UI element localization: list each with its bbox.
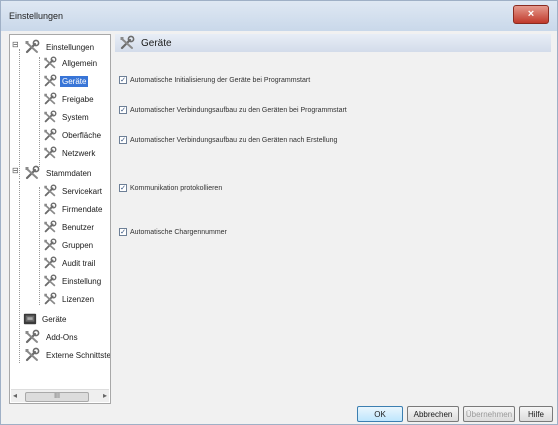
option-label: Automatische Initialisierung der Geräte … bbox=[130, 76, 311, 84]
tree-item-stammdaten[interactable]: Stammdaten bbox=[22, 165, 93, 181]
tree-item-audit-trail[interactable]: Audit trail bbox=[42, 255, 97, 271]
tools-icon bbox=[42, 56, 58, 70]
scroll-left-icon[interactable]: ◂ bbox=[13, 391, 17, 400]
help-button[interactable]: Hilfe bbox=[519, 406, 553, 422]
tree-item-firmendaten[interactable]: Firmendate bbox=[42, 201, 104, 217]
tree-item-label: Gruppen bbox=[62, 240, 94, 250]
option-label: Kommunikation protokollieren bbox=[130, 184, 223, 192]
tree-item-system[interactable]: System bbox=[42, 109, 91, 125]
tree-item-label: System bbox=[62, 112, 89, 122]
panel-title: Geräte bbox=[141, 37, 172, 49]
checkbox[interactable]: ✓ bbox=[119, 106, 127, 114]
apply-button[interactable]: Übernehmen bbox=[463, 406, 515, 422]
tree-item-einstellung[interactable]: Einstellung bbox=[42, 273, 103, 289]
tree-item-einstellungen[interactable]: Einstellungen bbox=[22, 39, 96, 55]
option-auto-verbindung-programmstart[interactable]: ✓ Automatischer Verbindungsaufbau zu den… bbox=[119, 106, 347, 114]
option-auto-chargennummer[interactable]: ✓ Automatische Chargennummer bbox=[119, 228, 227, 236]
tree-item-label: Freigabe bbox=[62, 94, 94, 104]
tools-icon bbox=[22, 329, 42, 345]
tools-icon bbox=[117, 35, 137, 51]
tree-item-label: Oberfläche bbox=[62, 130, 102, 140]
scroll-right-icon[interactable]: ▸ bbox=[103, 391, 107, 400]
tree-item-benutzer[interactable]: Benutzer bbox=[42, 219, 96, 235]
tree-item-geraete-top[interactable]: Geräte bbox=[22, 311, 68, 327]
option-kommunikation-protokollieren[interactable]: ✓ Kommunikation protokollieren bbox=[119, 184, 222, 192]
settings-panel: Geräte ✓ Automatische Initialisierung de… bbox=[115, 34, 551, 404]
tree-connector bbox=[19, 49, 20, 179]
tree-item-freigabe[interactable]: Freigabe bbox=[42, 91, 96, 107]
settings-window: Einstellungen × ⊟ Einstellungen Allgemei… bbox=[0, 0, 558, 425]
option-label: Automatischer Verbindungsaufbau zu den G… bbox=[130, 106, 347, 114]
tree-item-label: Einstellung bbox=[62, 276, 102, 286]
option-label: Automatische Chargennummer bbox=[130, 228, 227, 236]
close-button[interactable]: × bbox=[513, 5, 549, 24]
tree-item-label: Allgemein bbox=[62, 58, 98, 68]
tools-icon bbox=[42, 92, 58, 106]
tree-item-lizenzen[interactable]: Lizenzen bbox=[42, 291, 96, 307]
settings-tree[interactable]: ⊟ Einstellungen Allgemein Geräte Freigab… bbox=[9, 34, 111, 404]
tree-item-label: Lizenzen bbox=[62, 294, 95, 304]
scrollbar-thumb[interactable]: III bbox=[25, 392, 89, 402]
checkbox[interactable]: ✓ bbox=[119, 76, 127, 84]
tree-item-label: Geräte bbox=[42, 314, 67, 324]
tree-connector bbox=[39, 57, 40, 167]
tools-icon bbox=[22, 165, 42, 181]
tree-item-externe-schnittstelle[interactable]: Externe Schnittstelle bbox=[22, 347, 111, 363]
collapse-icon[interactable]: ⊟ bbox=[12, 40, 19, 49]
tree-connector bbox=[19, 181, 20, 363]
title-bar: Einstellungen × bbox=[1, 1, 557, 31]
option-auto-initialisierung[interactable]: ✓ Automatische Initialisierung der Gerät… bbox=[119, 76, 310, 84]
tools-icon bbox=[42, 128, 58, 142]
tree-item-add-ons[interactable]: Add-Ons bbox=[22, 329, 80, 345]
tools-icon bbox=[42, 238, 58, 252]
tree-item-label: Benutzer bbox=[62, 222, 95, 232]
tools-icon bbox=[42, 274, 58, 288]
tools-icon bbox=[42, 220, 58, 234]
tree-item-label: Externe Schnittstelle bbox=[46, 350, 111, 360]
tree-connector bbox=[39, 187, 40, 305]
tree-item-label: Geräte bbox=[60, 75, 89, 87]
tree-item-servicekarte[interactable]: Servicekart bbox=[42, 183, 104, 199]
tree-item-geraete[interactable]: Geräte bbox=[42, 73, 89, 89]
window-title: Einstellungen bbox=[9, 11, 64, 21]
tree-item-allgemein[interactable]: Allgemein bbox=[42, 55, 99, 71]
tree-item-label: Add-Ons bbox=[46, 332, 78, 342]
tree-item-label: Einstellungen bbox=[46, 42, 95, 52]
tree-item-gruppen[interactable]: Gruppen bbox=[42, 237, 95, 253]
panel-header: Geräte bbox=[115, 34, 551, 52]
cancel-button[interactable]: Abbrechen bbox=[407, 406, 459, 422]
tools-icon bbox=[42, 292, 58, 306]
tree-item-label: Firmendate bbox=[62, 204, 103, 214]
tree-horizontal-scrollbar[interactable]: ◂ III ▸ bbox=[11, 389, 109, 402]
collapse-icon[interactable]: ⊟ bbox=[12, 166, 19, 175]
option-label: Automatischer Verbindungsaufbau zu den G… bbox=[130, 136, 338, 144]
tree-item-oberflaeche[interactable]: Oberfläche bbox=[42, 127, 103, 143]
ok-button[interactable]: OK bbox=[357, 406, 403, 422]
tools-icon bbox=[42, 184, 58, 198]
tools-icon bbox=[22, 347, 42, 363]
tree-item-label: Stammdaten bbox=[46, 168, 92, 178]
tree-item-label: Audit trail bbox=[62, 258, 96, 268]
checkbox[interactable]: ✓ bbox=[119, 136, 127, 144]
tree-item-label: Netzwerk bbox=[62, 148, 96, 158]
tree-item-label: Servicekart bbox=[62, 186, 103, 196]
tree-item-netzwerk[interactable]: Netzwerk bbox=[42, 145, 97, 161]
tools-icon bbox=[42, 146, 58, 160]
tools-icon bbox=[42, 202, 58, 216]
checkbox[interactable]: ✓ bbox=[119, 228, 127, 236]
tools-icon bbox=[42, 110, 58, 124]
tools-icon bbox=[42, 74, 58, 88]
tools-icon bbox=[22, 39, 42, 55]
device-icon bbox=[22, 312, 38, 326]
option-auto-verbindung-erstellung[interactable]: ✓ Automatischer Verbindungsaufbau zu den… bbox=[119, 136, 337, 144]
tools-icon bbox=[42, 256, 58, 270]
checkbox[interactable]: ✓ bbox=[119, 184, 127, 192]
